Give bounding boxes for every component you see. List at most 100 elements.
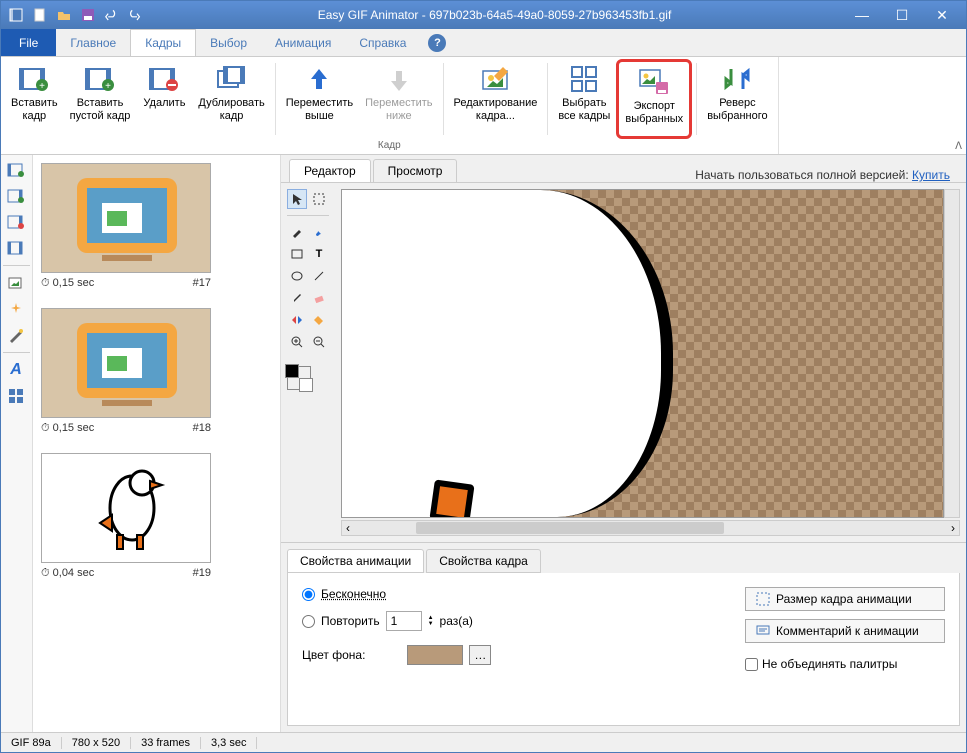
minimize-button[interactable]: — (842, 1, 882, 29)
close-button[interactable]: ✕ (922, 1, 962, 29)
bg-color-icon[interactable] (299, 378, 313, 392)
maximize-button[interactable]: ☐ (882, 1, 922, 29)
horizontal-scrollbar[interactable]: ‹› (341, 520, 960, 536)
marquee-tool-icon[interactable] (309, 189, 329, 209)
ellipse-tool-icon[interactable] (287, 266, 307, 286)
canvas[interactable] (341, 189, 944, 518)
left-toolbar: A (1, 155, 33, 732)
tab-help[interactable]: Справка (345, 29, 420, 56)
repeat-suffix: раз(а) (440, 614, 473, 628)
reverse-button[interactable]: Реверс выбранного (701, 59, 773, 139)
infinite-radio-row: Бесконечно (302, 587, 491, 601)
export-selected-button[interactable]: Экспорт выбранных (616, 59, 692, 139)
editor-tabs: Редактор Просмотр Начать пользоваться по… (281, 155, 966, 183)
sparkle-icon[interactable] (3, 298, 29, 320)
frame-thumbnail[interactable] (41, 163, 211, 273)
properties-body: Бесконечно Повторить 1 ▲▼ раз(а) Цвет фо… (287, 573, 960, 726)
brush-tool-icon[interactable] (309, 222, 329, 242)
bg-color-more-button[interactable]: … (469, 645, 491, 665)
props-tab-animation[interactable]: Свойства анимации (287, 549, 424, 573)
select-all-button[interactable]: Выбрать все кадры (552, 59, 616, 139)
line-tool-icon[interactable] (309, 266, 329, 286)
undo-icon[interactable] (101, 4, 123, 26)
tab-main[interactable]: Главное (56, 29, 130, 56)
app-icon[interactable] (5, 4, 27, 26)
editor-body: T (281, 183, 966, 542)
infinite-label: Бесконечно (321, 587, 386, 601)
repeat-spinner[interactable]: 1 (386, 611, 422, 631)
resize-animation-button[interactable]: Размер кадра анимации (745, 587, 945, 611)
properties-tabs: Свойства анимации Свойства кадра (287, 549, 960, 573)
zoom-in-icon[interactable] (287, 332, 307, 352)
duplicate-frame-button[interactable]: Дублировать кадр (192, 59, 270, 139)
ribbon-tabs: File Главное Кадры Выбор Анимация Справк… (1, 29, 966, 57)
bg-color-label: Цвет фона: (302, 648, 365, 662)
add-frames-icon[interactable] (3, 185, 29, 207)
color-swatch[interactable] (287, 366, 311, 390)
vertical-scrollbar[interactable] (944, 189, 960, 518)
repeat-radio-row: Повторить 1 ▲▼ раз(а) (302, 611, 491, 631)
frame-item[interactable]: ⏱ 0,15 sec #17 (41, 163, 272, 290)
frame-thumbnail[interactable] (41, 308, 211, 418)
infinite-radio[interactable] (302, 588, 315, 601)
bg-color-swatch[interactable] (407, 645, 463, 665)
editor-tab-editor[interactable]: Редактор (289, 159, 371, 182)
text-a-icon[interactable]: A (3, 359, 29, 381)
grid-view-icon[interactable] (3, 385, 29, 407)
fg-color-icon[interactable] (285, 364, 299, 378)
file-tab[interactable]: File (1, 29, 56, 56)
wizard-icon[interactable] (3, 159, 29, 181)
move-up-button[interactable]: Переместить выше (280, 59, 359, 139)
zoom-out-icon[interactable] (309, 332, 329, 352)
frame-thumbnail[interactable] (41, 453, 211, 563)
frames-panel[interactable]: ⏱ 0,15 sec #17 ⏱ 0,15 sec #18 ⏱ 0,04 sec… (33, 155, 281, 732)
frames-grid-icon[interactable] (3, 237, 29, 259)
move-down-button: Переместить ниже (359, 59, 438, 139)
image-effect-icon[interactable] (3, 272, 29, 294)
help-icon[interactable]: ? (428, 34, 446, 52)
remove-frames-icon[interactable] (3, 211, 29, 233)
eraser-tool-icon[interactable] (309, 288, 329, 308)
ribbon-collapse-icon[interactable]: ᐱ (955, 141, 962, 152)
repeat-radio[interactable] (302, 615, 315, 628)
frame-index: #17 (193, 277, 211, 290)
magic-wand-icon[interactable] (3, 324, 29, 346)
text-tool-icon[interactable]: T (309, 244, 329, 264)
redo-icon[interactable] (125, 4, 147, 26)
props-tab-frame[interactable]: Свойства кадра (426, 549, 541, 573)
save-icon[interactable] (77, 4, 99, 26)
merge-palettes-checkbox[interactable] (745, 658, 758, 671)
tab-animation[interactable]: Анимация (261, 29, 345, 56)
ribbon-group-label: Кадр (5, 139, 774, 152)
ribbon: + Вставить кадр + Вставить пустой кадр У… (1, 57, 966, 155)
rect-tool-icon[interactable] (287, 244, 307, 264)
buy-link[interactable]: Купить (912, 168, 950, 182)
frame-item[interactable] (41, 598, 272, 618)
properties-panel: Свойства анимации Свойства кадра Бесконе… (281, 542, 966, 732)
comment-animation-button[interactable]: Комментарий к анимации (745, 619, 945, 643)
new-icon[interactable] (29, 4, 51, 26)
open-icon[interactable] (53, 4, 75, 26)
delete-frame-button[interactable]: Удалить (136, 59, 192, 139)
frame-meta: ⏱ 0,04 sec #19 (41, 567, 211, 580)
ribbon-group-frame: + Вставить кадр + Вставить пустой кадр У… (1, 57, 779, 154)
fill-tool-icon[interactable] (309, 310, 329, 330)
statusbar: GIF 89a 780 x 520 33 frames 3,3 sec (1, 732, 966, 752)
editor-tab-preview[interactable]: Просмотр (373, 159, 458, 182)
edit-frame-button[interactable]: Редактирование кадра... (448, 59, 544, 139)
tab-selection[interactable]: Выбор (196, 29, 261, 56)
tab-frames[interactable]: Кадры (130, 29, 196, 56)
merge-palettes-label: Не объединять палитры (762, 657, 897, 671)
insert-frame-button[interactable]: + Вставить кадр (5, 59, 64, 139)
pencil-tool-icon[interactable] (287, 222, 307, 242)
eyedropper-tool-icon[interactable] (287, 288, 307, 308)
window-title: Easy GIF Animator - 697b023b-64a5-49a0-8… (151, 8, 838, 22)
editor-area: Редактор Просмотр Начать пользоваться по… (281, 155, 966, 732)
insert-empty-frame-button[interactable]: + Вставить пустой кадр (64, 59, 137, 139)
pointer-tool-icon[interactable] (287, 189, 307, 209)
flip-h-tool-icon[interactable] (287, 310, 307, 330)
frame-item[interactable]: ⏱ 0,04 sec #19 (41, 453, 272, 580)
side-buttons: Размер кадра анимации Комментарий к аним… (745, 587, 945, 711)
frame-item[interactable]: ⏱ 0,15 sec #18 (41, 308, 272, 435)
frame-meta: ⏱ 0,15 sec #17 (41, 277, 211, 290)
